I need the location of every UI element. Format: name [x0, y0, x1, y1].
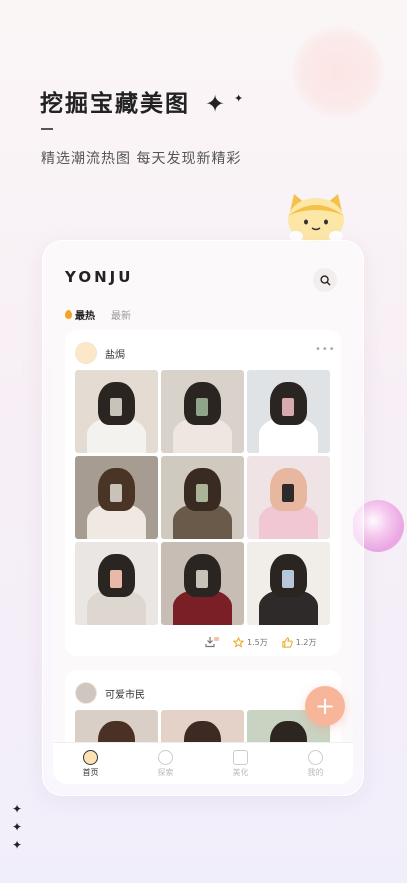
- divider: [41, 128, 53, 130]
- photo-thumbnail[interactable]: [247, 456, 330, 539]
- avatar[interactable]: [75, 342, 97, 364]
- photo-thumbnail[interactable]: [161, 456, 244, 539]
- nav-explore[interactable]: 探索: [157, 749, 174, 778]
- star-icon: [233, 636, 244, 648]
- favorite-count: 1.5万: [247, 637, 268, 647]
- photo-thumbnail[interactable]: [75, 370, 158, 453]
- nav-profile[interactable]: 我的: [307, 749, 324, 778]
- nav-beautify-label: 美化: [232, 767, 249, 777]
- explore-icon: [158, 749, 173, 765]
- like-button[interactable]: 1.2万: [282, 636, 317, 648]
- favorite-button[interactable]: 1.5万: [233, 636, 268, 648]
- like-count: 1.2万: [295, 637, 317, 647]
- app-logo: YONJU: [65, 268, 133, 286]
- app-logo-text: YONJU: [65, 268, 134, 286]
- promo-headline: 挖掘宝藏美图: [40, 91, 190, 117]
- tab-hot-label: 最热: [75, 311, 95, 322]
- photo-grid: [75, 370, 330, 625]
- author-name[interactable]: 盐焗: [105, 346, 125, 361]
- plus-icon: +: [314, 692, 336, 720]
- post-author[interactable]: 可爱市民: [75, 682, 145, 704]
- feed-post[interactable]: 盐焗 ••• 1.5万 1.2万: [65, 330, 341, 656]
- bottom-navigation: 首页 探索 美化 我的: [53, 742, 353, 784]
- feed-tabs: 最热 最新: [65, 307, 131, 322]
- post-stats: 1.5万 1.2万: [205, 636, 316, 648]
- photo-thumbnail[interactable]: [161, 542, 244, 625]
- photo-thumbnail[interactable]: [161, 370, 244, 453]
- photo-thumbnail[interactable]: [247, 542, 330, 625]
- tab-new[interactable]: 最新: [111, 307, 131, 322]
- tab-hot[interactable]: 最热: [65, 307, 95, 322]
- nav-home-label: 首页: [82, 767, 99, 777]
- home-icon: [83, 749, 98, 765]
- nav-explore-label: 探索: [157, 767, 174, 777]
- download-icon: [205, 637, 219, 648]
- nav-home[interactable]: 首页: [82, 749, 99, 778]
- decorative-blob: [292, 26, 384, 118]
- flame-icon: [65, 310, 72, 319]
- beautify-icon: [233, 749, 248, 765]
- thumbs-up-icon: [282, 636, 293, 648]
- add-post-button[interactable]: +: [305, 686, 345, 726]
- post-author[interactable]: 盐焗: [75, 342, 125, 364]
- search-button[interactable]: [313, 268, 337, 292]
- decorative-stars: ✦ ✦ ✦: [12, 802, 23, 852]
- tab-new-label: 最新: [111, 311, 131, 322]
- author-name[interactable]: 可爱市民: [105, 686, 145, 701]
- profile-icon: [308, 749, 323, 765]
- cat-mascot-icon: [288, 194, 344, 242]
- photo-thumbnail[interactable]: [75, 542, 158, 625]
- download-button[interactable]: [205, 636, 219, 648]
- nav-profile-label: 我的: [307, 767, 324, 777]
- more-options-icon[interactable]: •••: [315, 344, 336, 355]
- sparkle-icon-small: ✦: [234, 92, 244, 105]
- nav-beautify[interactable]: 美化: [232, 749, 249, 778]
- sparkle-icon: ✦: [205, 90, 226, 118]
- search-icon: [319, 274, 331, 286]
- photo-thumbnail[interactable]: [247, 370, 330, 453]
- photo-thumbnail[interactable]: [75, 456, 158, 539]
- promo-subline: 精选潮流热图 每天发现新精彩: [41, 151, 242, 167]
- avatar[interactable]: [75, 682, 97, 704]
